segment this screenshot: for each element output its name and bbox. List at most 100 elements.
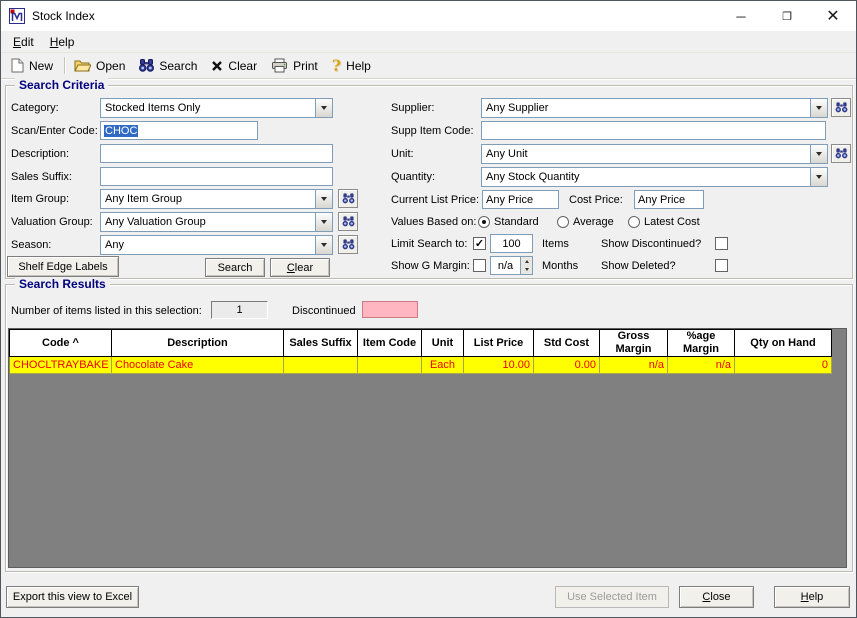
column-header-code[interactable]: Code ^ [10,329,112,357]
cell-qty-on-hand[interactable]: 0 [735,357,832,374]
cell-sales-suffix[interactable] [284,357,358,374]
category-value: Stocked Items Only [105,102,201,114]
chevron-down-icon[interactable] [810,168,827,186]
column-header-qty-on-hand[interactable]: Qty on Hand [735,329,832,357]
toolbar-search-button[interactable]: Search [133,57,205,75]
radio-average[interactable] [557,216,569,228]
shelf-edge-labels-button[interactable]: Shelf Edge Labels [7,256,119,277]
g-margin-months-label: Months [542,260,579,272]
valuation-group-search-button[interactable] [338,212,358,231]
column-header-description[interactable]: Description [112,329,284,357]
printer-icon [271,58,288,73]
chevron-down-icon[interactable] [315,99,332,117]
supplier-search-button[interactable] [831,98,851,117]
stock-index-window: Stock Index ─ ❐ ✕ Edit Help New Open Sea… [0,0,857,618]
supp-item-code-input[interactable] [481,121,826,140]
category-select[interactable]: Stocked Items Only [100,98,333,118]
close-button[interactable]: Close [679,586,754,608]
radio-standard[interactable] [478,216,490,228]
radio-average-label[interactable]: Average [573,216,614,228]
description-input[interactable] [100,144,333,163]
item-group-search-button[interactable] [338,189,358,208]
sales-suffix-label: Sales Suffix: [11,171,72,183]
toolbar-search-label: Search [159,58,198,73]
show-deleted-checkbox[interactable] [715,259,728,272]
discontinued-color-swatch [362,301,418,318]
spinner-down-icon[interactable] [521,265,532,274]
show-deleted-label: Show Deleted? [601,260,676,272]
column-header-sales-suffix[interactable]: Sales Suffix [284,329,358,357]
cell-code[interactable]: CHOCLTRAYBAKE [10,357,112,374]
binoculars-icon [342,239,354,250]
season-label: Season: [11,239,52,251]
items-count-value: 1 [236,304,243,316]
menu-edit[interactable]: Edit [5,32,42,52]
current-list-price-input[interactable]: Any Price [482,190,559,209]
supplier-select[interactable]: Any Supplier [481,98,828,118]
cell-gross-margin[interactable]: n/a [600,357,668,374]
sales-suffix-input[interactable] [100,167,333,186]
chevron-down-icon[interactable] [810,145,827,163]
limit-search-checkbox[interactable] [473,237,486,250]
search-button[interactable]: Search [205,258,265,277]
minimize-button[interactable]: ─ [718,1,764,31]
radio-latest-cost-label[interactable]: Latest Cost [644,216,700,228]
show-discontinued-checkbox[interactable] [715,237,728,250]
valuation-group-select[interactable]: Any Valuation Group [100,212,333,232]
scan-code-input[interactable]: CHOC [100,121,258,140]
cell-std-cost[interactable]: 0.00 [534,357,600,374]
valuation-group-label: Valuation Group: [11,216,93,228]
unit-select[interactable]: Any Unit [481,144,828,164]
cell-age-margin[interactable]: n/a [668,357,735,374]
clear-button[interactable]: Clear [270,258,330,277]
column-header-age-margin[interactable]: %age Margin [668,329,735,357]
toolbar-new-button[interactable]: New [5,56,61,75]
binoculars-icon [835,102,847,113]
radio-latest-cost[interactable] [628,216,640,228]
use-selected-item-button: Use Selected Item [555,586,669,608]
column-header-list-price[interactable]: List Price [464,329,534,357]
close-window-button[interactable]: ✕ [810,1,856,31]
limit-search-input[interactable]: 100 [490,234,533,253]
g-margin-spinner[interactable]: n/a [490,256,533,275]
season-select[interactable]: Any [100,235,333,255]
group-title-search-criteria: Search Criteria [15,78,109,92]
quantity-select[interactable]: Any Stock Quantity [481,167,828,187]
item-group-value: Any Item Group [105,193,183,205]
column-header-item-code[interactable]: Item Code [358,329,422,357]
quantity-label: Quantity: [391,171,436,183]
column-header-gross-margin[interactable]: Gross Margin [600,329,668,357]
limit-search-label: Limit Search to: [391,238,468,250]
chevron-down-icon[interactable] [315,190,332,208]
season-value: Any [105,239,124,251]
spinner-up-icon[interactable] [521,257,532,266]
help-button[interactable]: Help [774,586,850,608]
chevron-down-icon[interactable] [315,213,332,231]
radio-standard-label[interactable]: Standard [494,216,539,228]
show-g-margin-checkbox[interactable] [473,259,486,272]
season-search-button[interactable] [338,235,358,254]
toolbar-help-button[interactable]: ? Help [326,56,379,76]
column-header-unit[interactable]: Unit [422,329,464,357]
description-label: Description: [11,148,70,160]
cost-price-input[interactable]: Any Price [634,190,704,209]
item-group-select[interactable]: Any Item Group [100,189,333,209]
cell-unit[interactable]: Each [422,357,464,374]
column-header-std-cost[interactable]: Std Cost [534,329,600,357]
unit-search-button[interactable] [831,144,851,163]
cell-list-price[interactable]: 10.00 [464,357,534,374]
export-excel-button[interactable]: Export this view to Excel [6,586,139,608]
menu-help[interactable]: Help [42,32,83,52]
cost-price-label: Cost Price: [569,194,623,206]
toolbar-print-label: Print [293,58,318,73]
toolbar-open-button[interactable]: Open [68,57,133,75]
toolbar-clear-label: Clear [228,58,258,73]
cell-item-code[interactable] [358,357,422,374]
table-row[interactable]: CHOCLTRAYBAKE Chocolate Cake Each 10.00 … [9,357,832,374]
toolbar-print-button[interactable]: Print [265,56,326,75]
maximize-button[interactable]: ❐ [764,1,810,31]
toolbar-clear-button[interactable]: Clear [205,57,265,75]
chevron-down-icon[interactable] [810,99,827,117]
cell-description[interactable]: Chocolate Cake [112,357,284,374]
chevron-down-icon[interactable] [315,236,332,254]
